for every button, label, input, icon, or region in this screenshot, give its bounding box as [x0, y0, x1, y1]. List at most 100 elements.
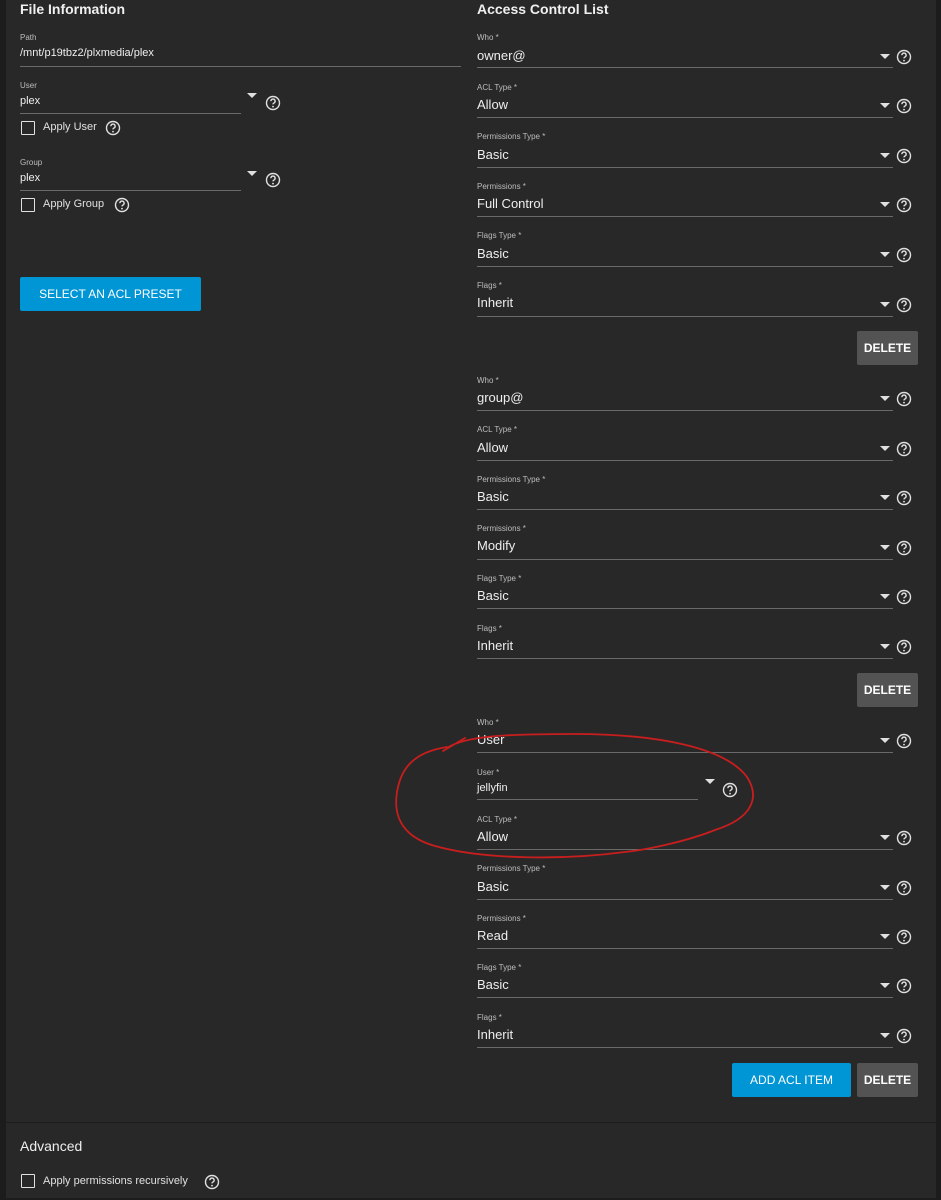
help-icon[interactable]	[896, 391, 912, 407]
field-underline	[477, 216, 893, 217]
chevron-down-icon[interactable]	[880, 1033, 890, 1038]
permissions-type-select[interactable]: Basic	[477, 879, 509, 894]
help-icon[interactable]	[896, 49, 912, 65]
advanced-title: Advanced	[20, 1138, 83, 1154]
help-icon[interactable]	[896, 929, 912, 945]
acl-type-select[interactable]: Allow	[477, 440, 508, 455]
apply-group-checkbox[interactable]	[21, 198, 35, 212]
help-icon[interactable]	[896, 197, 912, 213]
chevron-down-icon[interactable]	[880, 545, 890, 550]
chevron-down-icon[interactable]	[880, 934, 890, 939]
help-icon[interactable]	[896, 441, 912, 457]
flags-select[interactable]: Inherit	[477, 638, 513, 653]
permissions-select[interactable]: Read	[477, 928, 508, 943]
delete-button[interactable]: DELETE	[857, 673, 918, 707]
flags-select[interactable]: Inherit	[477, 295, 513, 310]
help-icon[interactable]	[896, 1028, 912, 1044]
chevron-down-icon[interactable]	[247, 171, 257, 176]
help-icon[interactable]	[265, 95, 281, 111]
chevron-down-icon[interactable]	[880, 202, 890, 207]
acl-title: Access Control List	[477, 1, 609, 17]
delete-button[interactable]: DELETE	[857, 331, 918, 365]
flags-label: Flags *	[477, 281, 502, 290]
field-underline	[477, 509, 893, 510]
help-icon[interactable]	[896, 148, 912, 164]
who-select[interactable]: group@	[477, 390, 523, 405]
help-icon[interactable]	[114, 197, 130, 213]
flags-type-label: Flags Type *	[477, 963, 522, 972]
chevron-down-icon[interactable]	[880, 738, 890, 743]
chevron-down-icon[interactable]	[880, 446, 890, 451]
acl-type-select[interactable]: Allow	[477, 97, 508, 112]
select-acl-preset-button[interactable]: SELECT AN ACL PRESET	[20, 277, 201, 311]
permissions-type-label: Permissions Type *	[477, 132, 546, 141]
help-icon[interactable]	[896, 880, 912, 896]
chevron-down-icon[interactable]	[880, 983, 890, 988]
chevron-down-icon[interactable]	[880, 54, 890, 59]
who-select[interactable]: owner@	[477, 48, 526, 63]
help-icon[interactable]	[896, 490, 912, 506]
flags-label: Flags *	[477, 1013, 502, 1022]
file-information-title: File Information	[20, 1, 125, 17]
apply-user-checkbox[interactable]	[21, 121, 35, 135]
field-underline	[477, 460, 893, 461]
field-underline	[477, 1047, 893, 1048]
help-icon[interactable]	[105, 120, 121, 136]
help-icon[interactable]	[896, 733, 912, 749]
chevron-down-icon[interactable]	[880, 495, 890, 500]
chevron-down-icon[interactable]	[880, 594, 890, 599]
help-icon[interactable]	[896, 830, 912, 846]
user-select[interactable]: plex	[20, 95, 40, 107]
chevron-down-icon[interactable]	[880, 302, 890, 307]
user-underline	[20, 113, 241, 114]
chevron-down-icon[interactable]	[880, 644, 890, 649]
chevron-down-icon[interactable]	[880, 103, 890, 108]
apply-user-label: Apply User	[43, 121, 97, 133]
flags-type-select[interactable]: Basic	[477, 977, 509, 992]
chevron-down-icon[interactable]	[880, 885, 890, 890]
chevron-down-icon[interactable]	[880, 835, 890, 840]
chevron-down-icon[interactable]	[880, 252, 890, 257]
apply-recursively-label: Apply permissions recursively	[43, 1175, 188, 1187]
permissions-type-label: Permissions Type *	[477, 475, 546, 484]
help-icon[interactable]	[896, 589, 912, 605]
who-label: Who *	[477, 33, 499, 42]
help-icon[interactable]	[896, 297, 912, 313]
help-icon[interactable]	[896, 978, 912, 994]
help-icon[interactable]	[896, 98, 912, 114]
help-icon[interactable]	[896, 247, 912, 263]
permissions-select[interactable]: Modify	[477, 538, 515, 553]
red-annotation-circle	[395, 733, 754, 859]
flags-type-label: Flags Type *	[477, 574, 522, 583]
field-underline	[477, 117, 893, 118]
group-select[interactable]: plex	[20, 172, 40, 184]
apply-group-label: Apply Group	[43, 198, 105, 210]
chevron-down-icon[interactable]	[880, 396, 890, 401]
delete-button[interactable]: DELETE	[857, 1063, 918, 1097]
help-icon[interactable]	[204, 1174, 220, 1190]
path-field[interactable]: /mnt/p19tbz2/plxmedia/plex	[20, 47, 154, 59]
who-label: Who *	[477, 376, 499, 385]
flags-type-select[interactable]: Basic	[477, 588, 509, 603]
field-underline	[477, 316, 893, 317]
flags-type-select[interactable]: Basic	[477, 246, 509, 261]
permissions-type-select[interactable]: Basic	[477, 489, 509, 504]
field-underline	[477, 67, 893, 68]
chevron-down-icon[interactable]	[880, 153, 890, 158]
help-icon[interactable]	[896, 639, 912, 655]
chevron-down-icon[interactable]	[247, 93, 257, 98]
add-acl-item-button[interactable]: ADD ACL ITEM	[732, 1063, 851, 1097]
help-icon[interactable]	[265, 172, 281, 188]
permissions-label: Permissions *	[477, 182, 526, 191]
acl-editor-panel	[6, 0, 936, 1198]
field-underline	[477, 167, 893, 168]
flags-select[interactable]: Inherit	[477, 1027, 513, 1042]
acl-type-label: ACL Type *	[477, 83, 518, 92]
field-underline	[477, 997, 893, 998]
flags-type-label: Flags Type *	[477, 231, 522, 240]
apply-recursively-checkbox[interactable]	[21, 1174, 35, 1188]
group-underline	[20, 190, 241, 191]
help-icon[interactable]	[896, 540, 912, 556]
permissions-select[interactable]: Full Control	[477, 196, 543, 211]
permissions-type-select[interactable]: Basic	[477, 147, 509, 162]
